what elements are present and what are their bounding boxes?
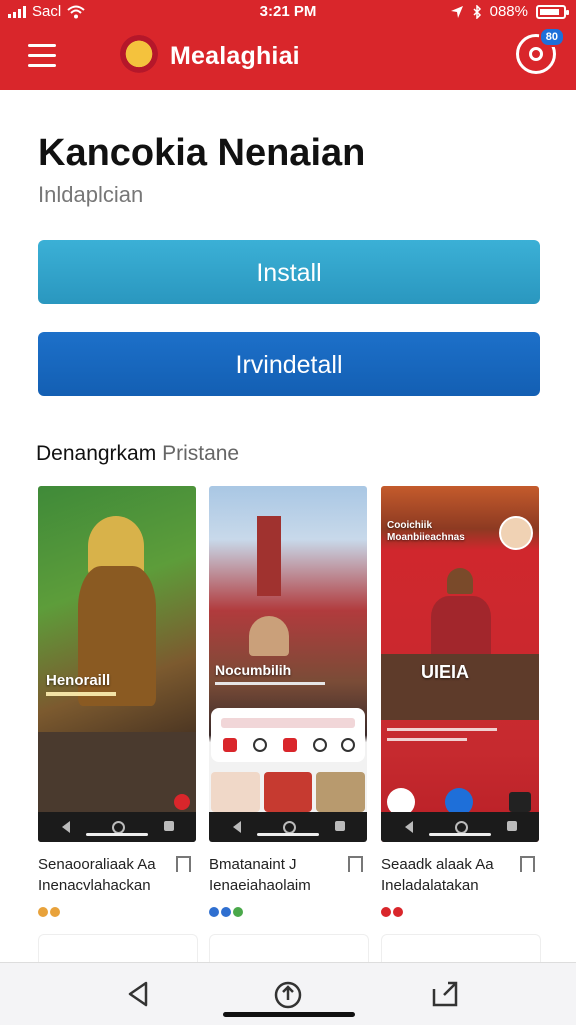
list-item[interactable] [38,934,198,965]
gallery-icon[interactable] [509,792,531,812]
screenshots-heading: Denangrkam Pristane [36,442,239,466]
recents-icon [335,821,345,831]
phone-nav-bar [209,812,367,842]
recents-icon [507,821,517,831]
back-icon [233,821,241,833]
app-title: Kancokia Nenaian [38,132,366,174]
overlay-caption-line [215,682,325,685]
status-bar: Sacl 3:21 PM 088% [0,0,576,24]
action-card [211,708,365,762]
person-figure [249,616,289,656]
screenshot-caption[interactable]: Senaooraliaak Aa Inenacvlahackan [38,854,168,896]
globe-icon[interactable] [253,738,267,752]
screenshot-card[interactable]: Nocumbilih [209,486,367,842]
crowd-image [38,732,196,812]
location-pin-icon[interactable] [341,738,355,752]
battery-icon [536,4,569,19]
back-icon [62,821,70,833]
calendar-icon[interactable] [283,738,297,752]
battery-percent: 088% [489,3,528,20]
home-indicator[interactable] [223,1012,355,1017]
bookmark-icon[interactable] [520,856,535,872]
thumbnail-row [211,772,366,812]
screenshot-caption[interactable]: Bmatanaint J Ienaeiahaolaim [209,854,339,896]
notification-badge: 80 [538,27,565,47]
list-item[interactable] [209,934,369,965]
brand-name: Mealaghiai [170,41,300,70]
bookmark-icon[interactable] [348,856,363,872]
color-dot [381,907,391,917]
screenshot-card[interactable]: Cooichiik Moanbiieachnas UIEIA [381,486,539,842]
profile-icon [529,47,543,61]
screenshot-card[interactable]: Henoraill [38,486,196,842]
screenshot-subtitle: Inenacvlahackan [38,877,151,894]
color-dot [221,907,231,917]
screenshot-title: Seaadk alaak Aa [381,856,494,873]
emblem-icon [118,35,160,77]
menu-button[interactable] [28,44,56,68]
color-dot [209,907,219,917]
screenshot-overlay-title: UIEIA [421,662,470,682]
share-icon[interactable] [273,979,303,1009]
phone-nav-bar [381,812,539,842]
overlay-caption-line [387,738,467,741]
color-dots [38,907,60,917]
record-icon [174,794,190,810]
thumbnail[interactable] [211,772,260,812]
bookmark-icon[interactable] [176,856,191,872]
account-button[interactable]: 80 [516,27,565,74]
app-developer[interactable]: Inldaplcian [38,182,143,208]
screenshot-caption[interactable]: Seaadk alaak Aa Ineladalatakan [381,854,511,896]
recents-icon [164,821,174,831]
overlay-caption-line [46,692,116,696]
app-icon[interactable] [223,738,237,752]
screenshot-overlay-title: Nocumbilih [215,662,292,678]
app-header: Sacl 3:21 PM 088% Mealaghiai 80 [0,0,576,90]
screenshot-subtitle: Ineladalatakan [381,877,479,894]
screenshots-heading-accent: Pristane [162,442,240,465]
color-dot [38,907,48,917]
bluetooth-icon [473,4,481,19]
screenshot-top-heading: Cooichiik Moanbiieachnas [387,520,465,543]
back-icon [405,821,413,833]
chat-icon[interactable] [313,738,327,752]
screenshot-title: Senaooraliaak Aa [38,856,156,873]
thumbnail[interactable] [316,772,366,812]
color-dot [393,907,403,917]
uninstall-button[interactable]: Irvindetall [38,332,540,396]
open-external-icon[interactable] [430,979,460,1009]
color-dot [50,907,60,917]
screenshot-overlay-title: Henoraill [46,672,111,689]
color-dots [209,907,243,917]
screenshots-heading-main: Denangrkam [36,442,157,465]
tower-image [257,516,281,596]
screenshot-title: Bmatanaint J [209,856,297,873]
overlay-caption-line [387,728,497,731]
color-dot [233,907,243,917]
screenshot-subtitle: Ienaeiahaolaim [209,877,311,894]
color-dots [381,907,403,917]
person-figure [447,568,473,594]
list-item[interactable] [381,934,541,965]
thumbnail[interactable] [263,772,313,812]
location-icon [450,5,463,18]
avatar [499,516,533,550]
install-button[interactable]: Install [38,240,540,304]
phone-nav-bar [38,812,196,842]
brand-logo: Mealaghiai [118,32,300,80]
back-icon[interactable] [124,979,154,1009]
